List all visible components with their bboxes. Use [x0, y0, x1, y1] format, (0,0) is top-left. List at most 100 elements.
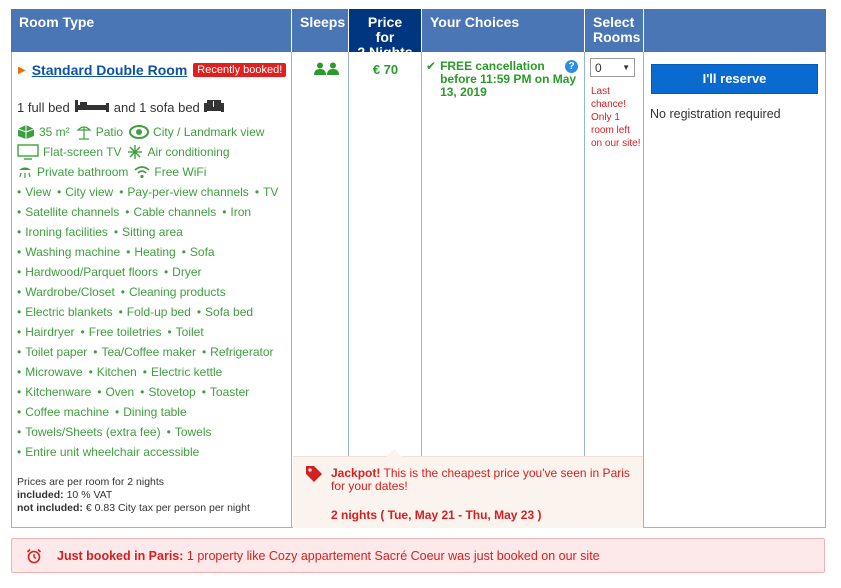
amenity-item: Hardwood/Parquet floors	[17, 263, 158, 281]
free-cancellation: ✔ FREE cancellation before 11:59 PM on M…	[426, 59, 577, 99]
room-size: 35 m²	[17, 123, 70, 141]
amenity-item: Washing machine	[17, 243, 120, 261]
amenity-item: Electric kettle	[143, 363, 222, 381]
amenity-item: Sofa bed	[197, 303, 253, 321]
amenity-row: Hairdryer Free toiletries Toilet	[17, 322, 289, 342]
eye-icon	[129, 125, 150, 139]
amenity-item: Wardrobe/Closet	[17, 283, 115, 301]
amenity-item: Cleaning products	[121, 283, 226, 301]
recently-booked-badge: Recently booked!	[193, 63, 287, 77]
amenity-item: Dining table	[115, 403, 186, 421]
amenity-row: View City view Pay-per-view channels TV	[17, 182, 289, 202]
amenity-item: Dryer	[164, 263, 201, 281]
jackpot-dates: 2 nights ( Tue, May 21 - Thu, May 23 )	[331, 508, 542, 522]
snowflake-icon	[128, 145, 143, 159]
room-title-row: ▶ Standard Double Room Recently booked!	[18, 62, 287, 78]
amenity-item: TV	[255, 183, 278, 201]
bed-info: 1 full bed and 1 sofa bed	[17, 99, 228, 116]
room-name-link[interactable]: Standard Double Room	[32, 62, 188, 78]
private-bathroom: Private bathroom	[17, 163, 128, 181]
checkmark-icon: ✔	[426, 59, 437, 73]
city-view: City / Landmark view	[129, 123, 264, 141]
tv-icon	[17, 144, 39, 160]
amenity-row: Towels/Sheets (extra fee) Towels	[17, 422, 289, 442]
amenity-item: Kitchen	[89, 363, 137, 381]
banner-title: Just booked in Paris:	[57, 549, 184, 563]
amenity-item: Toilet paper	[17, 343, 87, 361]
room-size-icon	[17, 125, 35, 139]
banner-message: 1 property like Cozy appartement Sacré C…	[186, 549, 600, 563]
amenity-row: Entire unit wheelchair accessible	[17, 442, 289, 462]
amenity-item: Hairdryer	[17, 323, 74, 341]
amenity-row: Coffee machine Dining table	[17, 402, 289, 422]
amenity-item: Tea/Coffee maker	[93, 343, 196, 361]
no-registration-text: No registration required	[650, 107, 781, 121]
jackpot-title: Jackpot!	[331, 466, 381, 480]
amenity-item: Toaster	[202, 383, 249, 401]
amenity-item: Towels/Sheets (extra fee)	[17, 423, 160, 441]
amenity-row: Hardwood/Parquet floors Dryer	[17, 262, 289, 282]
patio-icon	[76, 126, 92, 140]
amenity-item: Heating	[126, 243, 175, 261]
amenity-row: Wardrobe/Closet Cleaning products	[17, 282, 289, 302]
wifi-icon	[134, 166, 150, 179]
amenity-item: Stovetop	[140, 383, 195, 401]
header-reserve	[644, 9, 826, 52]
price-note: Prices are per room for 2 nights include…	[17, 476, 250, 514]
amenity-item: View	[17, 183, 51, 201]
patio: Patio	[76, 123, 123, 141]
reserve-button[interactable]: I'll reserve	[651, 64, 818, 94]
table-body: ▶ Standard Double Room Recently booked! …	[11, 52, 826, 528]
header-choices: Your Choices	[422, 9, 585, 52]
amenity-item: Entire unit wheelchair accessible	[17, 443, 199, 461]
room-table: Room Type Sleeps Price for2 Nights Your …	[11, 9, 826, 528]
amenity-row: Microwave Kitchen Electric kettle	[17, 362, 289, 382]
header-price: Price for2 Nights	[349, 9, 422, 60]
amenity-item: City view	[57, 183, 113, 201]
amenity-item: Electric blankets	[17, 303, 112, 321]
sofa-bed-icon	[203, 99, 224, 116]
price-value: € 70	[372, 62, 399, 77]
room-quantity-select[interactable]: 0 ▼	[590, 58, 635, 77]
header-room-type: Room Type	[11, 9, 292, 52]
reserve-cell: I'll reserve No registration required	[644, 52, 826, 528]
amenity-item: Sofa	[182, 243, 215, 261]
header-sleeps: Sleeps	[292, 9, 349, 52]
amenity-row: Ironing facilities Sitting area	[17, 222, 289, 242]
amenity-item: Refrigerator	[202, 343, 273, 361]
amenity-item: Pay-per-view channels	[119, 183, 248, 201]
free-wifi: Free WiFi	[134, 163, 206, 181]
info-icon[interactable]: ?	[565, 60, 578, 73]
amenity-row: Satellite channels Cable channels Iron	[17, 202, 289, 222]
table-header: Room Type Sleeps Price for2 Nights Your …	[11, 9, 826, 60]
amenity-item: Free toiletries	[81, 323, 162, 341]
amenity-item: Kitchenware	[17, 383, 91, 401]
dropdown-arrow-icon: ▼	[622, 63, 630, 72]
air-conditioning: Air conditioning	[127, 143, 230, 161]
amenity-row: Washing machine Heating Sofa	[17, 242, 289, 262]
room-type-cell: ▶ Standard Double Room Recently booked! …	[11, 52, 292, 528]
alarm-clock-icon	[26, 548, 42, 567]
facilities-list: 35 m² Patio City / Landmark view Flat-sc…	[17, 122, 289, 462]
amenity-item: Ironing facilities	[17, 223, 108, 241]
price-tag-icon	[305, 465, 323, 486]
amenity-item: Microwave	[17, 363, 82, 381]
amenity-item: Cable channels	[125, 203, 216, 221]
last-chance-text: Last chance! Only 1 room left on our sit…	[591, 86, 641, 149]
amenity-item: Fold-up bed	[119, 303, 191, 321]
amenity-item: Sitting area	[114, 223, 183, 241]
flat-screen-tv: Flat-screen TV	[17, 143, 121, 161]
arrow-right-icon: ▶	[18, 64, 26, 76]
amenity-item: Toilet	[167, 323, 204, 341]
bed-icon	[74, 99, 110, 116]
just-booked-banner: Just booked in Paris: 1 property like Co…	[11, 538, 825, 573]
amenity-item: Oven	[97, 383, 134, 401]
amenity-row: Kitchenware Oven Stovetop Toaster	[17, 382, 289, 402]
two-persons-icon	[314, 62, 340, 79]
jackpot-box: Jackpot! This is the cheapest price you'…	[293, 449, 643, 528]
amenity-item: Towels	[167, 423, 212, 441]
shower-icon	[19, 167, 31, 178]
amenity-row: Electric blankets Fold-up bed Sofa bed	[17, 302, 289, 322]
amenity-item: Coffee machine	[17, 403, 109, 421]
amenity-item: Iron	[222, 203, 251, 221]
